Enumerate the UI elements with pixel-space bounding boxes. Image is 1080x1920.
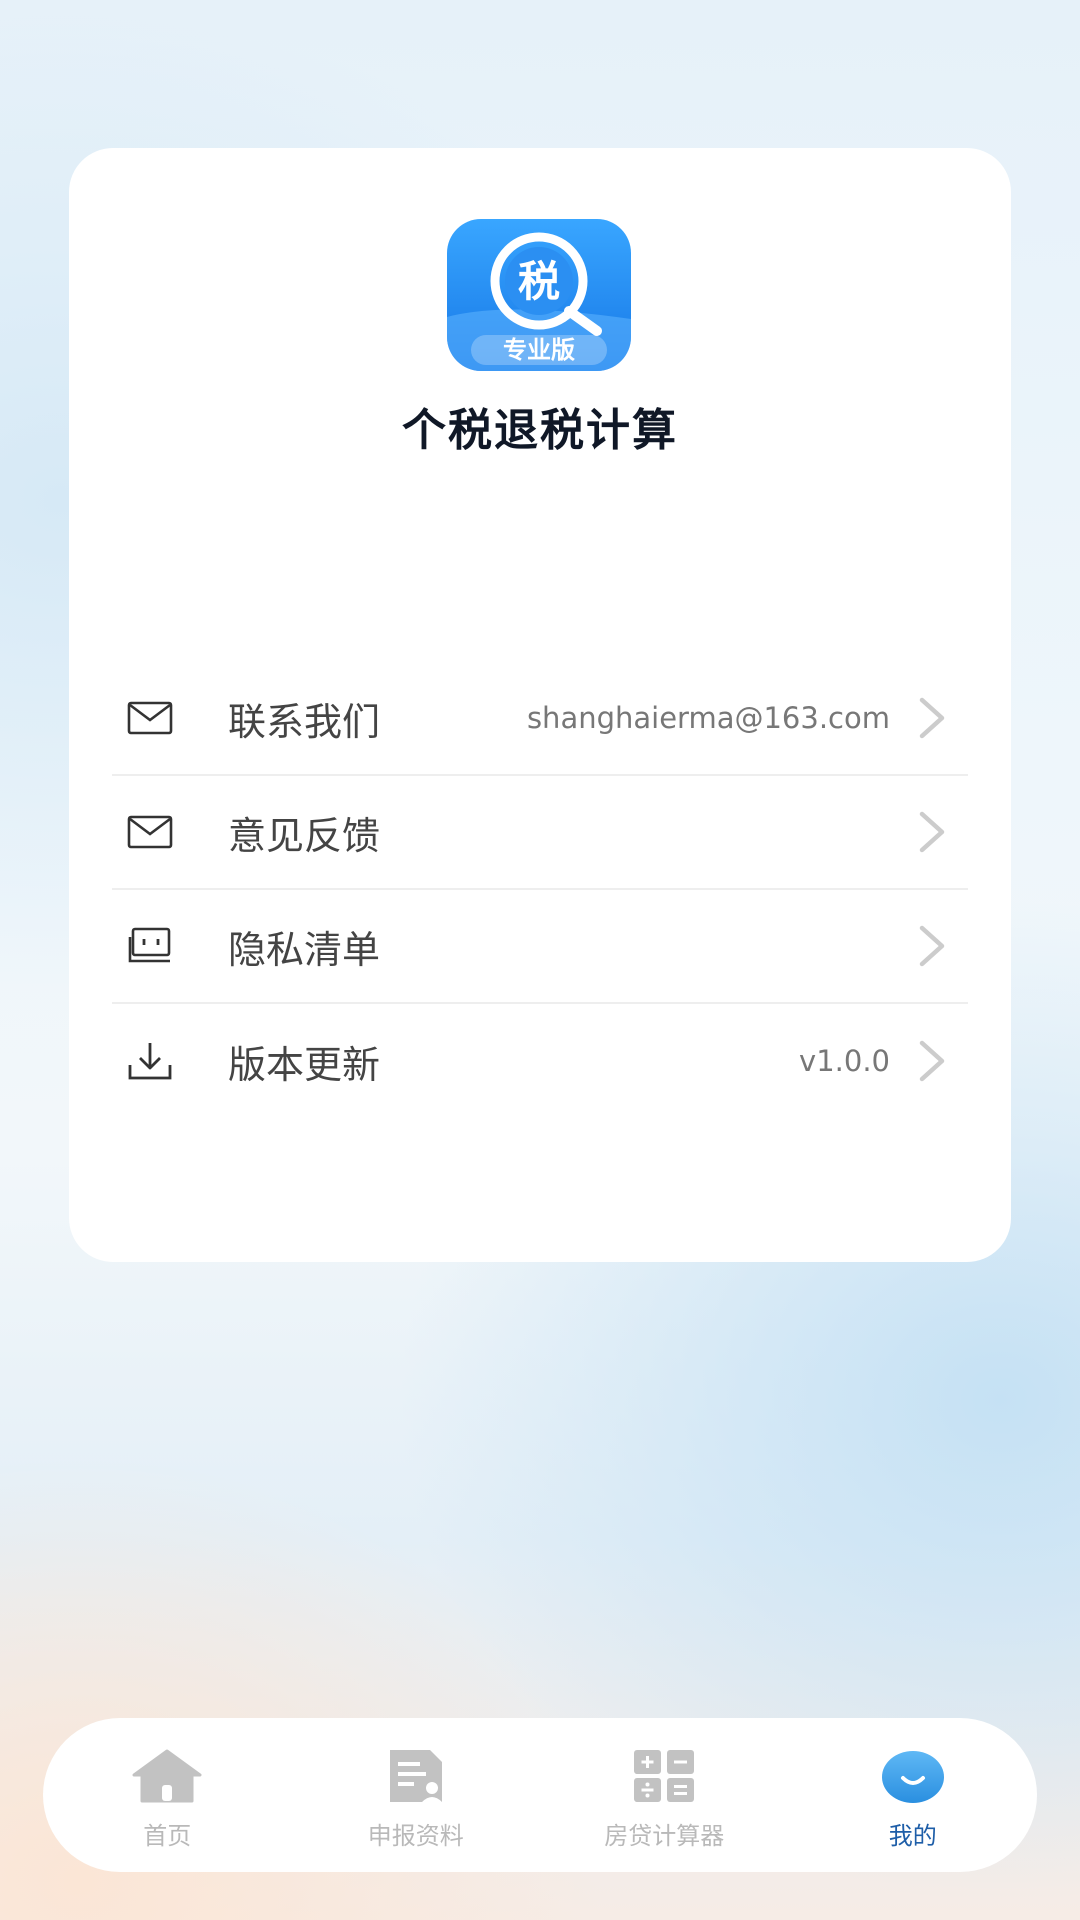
chevron-right-icon bbox=[912, 808, 952, 856]
menu-label: 意见反馈 bbox=[228, 813, 381, 858]
calculator-icon bbox=[628, 1746, 700, 1806]
document-icon bbox=[380, 1746, 452, 1806]
app-title: 个税退税计算 bbox=[402, 405, 678, 456]
version-number: v1.0.0 bbox=[799, 1044, 890, 1078]
tab-home[interactable]: 首页 bbox=[43, 1718, 292, 1872]
chevron-right-icon bbox=[912, 1037, 952, 1085]
logo-subtitle: 专业版 bbox=[503, 336, 575, 364]
app-logo: 税 专业版 bbox=[447, 219, 631, 371]
mail-icon bbox=[124, 692, 176, 744]
profile-card: 税 专业版 个税退税计算 联系我们 shanghaierma@163.com 意… bbox=[69, 148, 1011, 1262]
home-icon bbox=[131, 1746, 203, 1806]
download-icon bbox=[124, 1035, 176, 1087]
bottom-tab-bar: 首页 申报资料 房贷计算器 我的 bbox=[43, 1718, 1037, 1872]
tab-mine[interactable]: 我的 bbox=[789, 1718, 1038, 1872]
menu-item-feedback[interactable]: 意见反馈 bbox=[112, 776, 968, 890]
tab-label: 房贷计算器 bbox=[604, 1822, 725, 1850]
tab-declaration-materials[interactable]: 申报资料 bbox=[292, 1718, 541, 1872]
profile-icon bbox=[877, 1746, 949, 1806]
menu-label: 版本更新 bbox=[228, 1042, 381, 1087]
contact-email: shanghaierma@163.com bbox=[526, 701, 890, 735]
menu-label: 联系我们 bbox=[228, 699, 381, 744]
menu-item-privacy-list[interactable]: 隐私清单 bbox=[112, 890, 968, 1004]
message-icon bbox=[124, 920, 176, 972]
menu-item-contact-us[interactable]: 联系我们 shanghaierma@163.com bbox=[112, 662, 968, 776]
tab-label: 首页 bbox=[143, 1822, 192, 1850]
chevron-right-icon bbox=[912, 694, 952, 742]
menu-item-version-update[interactable]: 版本更新 v1.0.0 bbox=[112, 1004, 968, 1118]
settings-menu: 联系我们 shanghaierma@163.com 意见反馈 隐私清单 版本更新… bbox=[112, 662, 968, 1118]
menu-label: 隐私清单 bbox=[228, 927, 381, 972]
chevron-right-icon bbox=[912, 922, 952, 970]
mail-icon bbox=[124, 806, 176, 858]
logo-char: 税 bbox=[518, 257, 560, 306]
tab-label: 申报资料 bbox=[367, 1822, 464, 1850]
tab-label: 我的 bbox=[888, 1822, 937, 1850]
tab-mortgage-calculator[interactable]: 房贷计算器 bbox=[540, 1718, 789, 1872]
